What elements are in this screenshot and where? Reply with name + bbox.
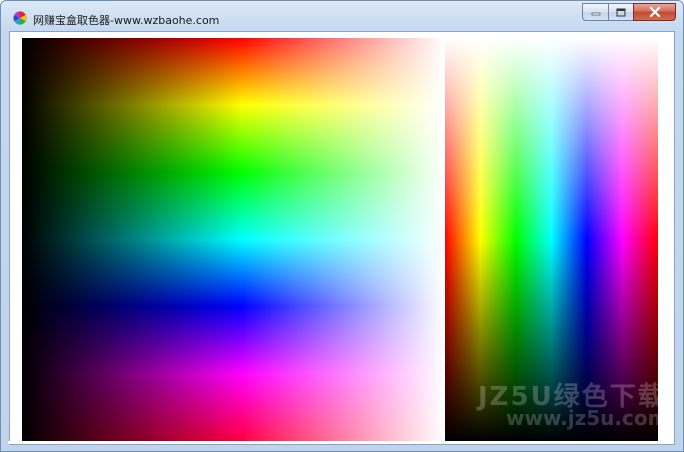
minimize-button[interactable]	[582, 3, 608, 21]
title-bar[interactable]: 网赚宝盒取色器-www.wzbaohe.com	[1, 1, 683, 31]
color-wheel-icon	[13, 11, 27, 25]
color-spectrum-picker[interactable]	[22, 38, 445, 441]
maximize-button[interactable]	[608, 3, 633, 21]
caption-buttons	[582, 3, 676, 22]
maximize-icon	[616, 8, 626, 16]
minimize-icon	[591, 12, 600, 16]
window-title: 网赚宝盒取色器-www.wzbaohe.com	[33, 14, 220, 27]
bottom-border	[8, 441, 674, 444]
close-icon	[649, 7, 660, 17]
close-button[interactable]	[633, 3, 676, 21]
hue-spectrum-panel[interactable]	[445, 38, 658, 441]
